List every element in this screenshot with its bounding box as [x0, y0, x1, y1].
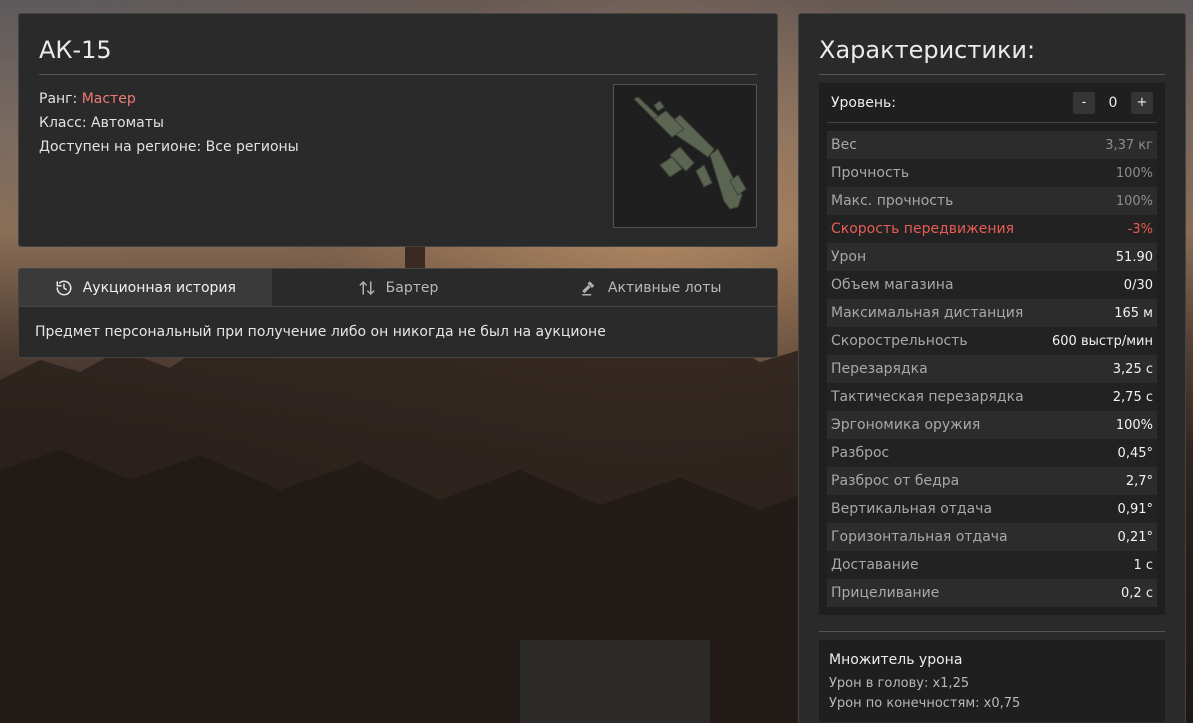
swap-arrows-icon: [359, 280, 375, 295]
stat-list: Вес 3,37 кг Прочность 100% Макс. прочность 10…: [827, 131, 1157, 607]
weapon-image: [613, 84, 757, 228]
stat-value: 1 с: [1133, 557, 1153, 573]
damage-multiplier-box: Множитель урона Урон в голову: x1,25 Уро…: [819, 640, 1165, 722]
stat-row: Разброс от бедра 2,7°: [827, 467, 1157, 495]
stat-row: Максимальная дистанция 165 м: [827, 299, 1157, 327]
stat-value: 100%: [1115, 165, 1153, 181]
stat-row: Прицеливание 0,2 с: [827, 579, 1157, 607]
rank-value: Мастер: [81, 91, 136, 107]
stat-row: Скорость передвижения -3%: [827, 215, 1157, 243]
stat-value: -3%: [1127, 221, 1153, 237]
limbs-multiplier: Урон по конечностям: x0,75: [829, 696, 1021, 711]
level-increase-button[interactable]: +: [1131, 91, 1153, 114]
tab-auction-history[interactable]: Аукционная история: [19, 269, 272, 306]
stat-row: Перезарядка 3,25 с: [827, 355, 1157, 383]
stat-label: Урон: [831, 249, 867, 265]
stat-label: Горизонтальная отдача: [831, 529, 1008, 545]
item-info-card: АК-15 Ранг: Мастер Класс: Автоматы Досту…: [18, 13, 778, 247]
stat-label: Максимальная дистанция: [831, 305, 1024, 321]
stat-label: Макс. прочность: [831, 193, 954, 209]
stat-row: Разброс 0,45°: [827, 439, 1157, 467]
stat-label: Скорострельность: [831, 333, 968, 349]
level-label: Уровень:: [831, 94, 896, 111]
auction-card: Аукционная история Бартер Активные лоты …: [18, 268, 778, 358]
stat-row: Вертикальная отдача 0,91°: [827, 495, 1157, 523]
level-row: Уровень: - 0 +: [827, 83, 1157, 123]
stat-label: Вертикальная отдача: [831, 501, 993, 517]
stat-row: Скорострельность 600 выстр/мин: [827, 327, 1157, 355]
auction-tabs: Аукционная история Бартер Активные лоты: [19, 269, 777, 307]
stat-row: Урон 51.90: [827, 243, 1157, 271]
stat-row: Прочность 100%: [827, 159, 1157, 187]
tab-barter[interactable]: Бартер: [272, 269, 525, 306]
stat-label: Эргономика оружия: [831, 417, 981, 433]
stat-row: Объем магазина 0/30: [827, 271, 1157, 299]
stat-label: Объем магазина: [831, 277, 954, 293]
stat-value: 3,25 с: [1112, 361, 1153, 377]
stat-row: Вес 3,37 кг: [827, 131, 1157, 159]
stat-value: 51.90: [1115, 249, 1153, 265]
level-decrease-button[interactable]: -: [1073, 91, 1095, 114]
stat-value: 100%: [1115, 193, 1153, 209]
head-multiplier: Урон в голову: x1,25: [829, 676, 970, 691]
stat-label: Доставание: [831, 557, 919, 573]
stat-row: Эргономика оружия 100%: [827, 411, 1157, 439]
tab-label: Аукционная история: [82, 279, 236, 296]
stat-value: 3,37 кг: [1105, 137, 1153, 153]
stat-value: 100%: [1115, 417, 1153, 433]
stat-value: 0,91°: [1117, 501, 1153, 517]
level-stepper: - 0 +: [1073, 91, 1153, 114]
tab-active-lots[interactable]: Активные лоты: [524, 269, 777, 306]
stats-box: Уровень: - 0 + Вес 3,37 кг Прочность 100% Ма…: [819, 83, 1165, 615]
stat-row: Доставание 1 с: [827, 551, 1157, 579]
stat-value: 0,21°: [1117, 529, 1153, 545]
divider: [819, 631, 1165, 632]
stat-value: 0/30: [1123, 277, 1153, 293]
stat-label: Скорость передвижения: [831, 221, 1014, 237]
stat-row: Макс. прочность 100%: [827, 187, 1157, 215]
stat-label: Прицеливание: [831, 585, 940, 601]
stat-value: 165 м: [1114, 305, 1153, 321]
stat-label: Разброс от бедра: [831, 473, 960, 489]
item-title: АК-15: [39, 36, 757, 75]
stat-row: Горизонтальная отдача 0,21°: [827, 523, 1157, 551]
auction-message: Предмет персональный при получение либо …: [35, 324, 606, 340]
stats-title: Характеристики:: [819, 36, 1165, 75]
multiplier-title: Множитель урона: [829, 652, 963, 668]
stat-label: Тактическая перезарядка: [831, 389, 1024, 405]
gavel-icon: [582, 280, 595, 295]
stat-label: Прочность: [831, 165, 910, 181]
stat-row: Тактическая перезарядка 2,75 с: [827, 383, 1157, 411]
rank-label: Ранг:: [39, 91, 82, 107]
level-value: 0: [1108, 94, 1118, 111]
stat-value: 2,7°: [1125, 473, 1153, 489]
stats-card: Характеристики: Уровень: - 0 + Вес 3,37 к…: [798, 13, 1186, 723]
rifle-icon: [633, 96, 747, 210]
stat-label: Перезарядка: [831, 361, 928, 377]
tab-label: Активные лоты: [607, 279, 722, 296]
tab-label: Бартер: [385, 279, 439, 296]
stat-value: 0,2 с: [1121, 585, 1153, 601]
stat-label: Вес: [831, 137, 857, 153]
history-icon: [56, 280, 72, 295]
stat-value: 600 выстр/мин: [1052, 333, 1153, 349]
stat-value: 2,75 с: [1112, 389, 1153, 405]
stat-label: Разброс: [831, 445, 890, 461]
stat-value: 0,45°: [1117, 445, 1153, 461]
